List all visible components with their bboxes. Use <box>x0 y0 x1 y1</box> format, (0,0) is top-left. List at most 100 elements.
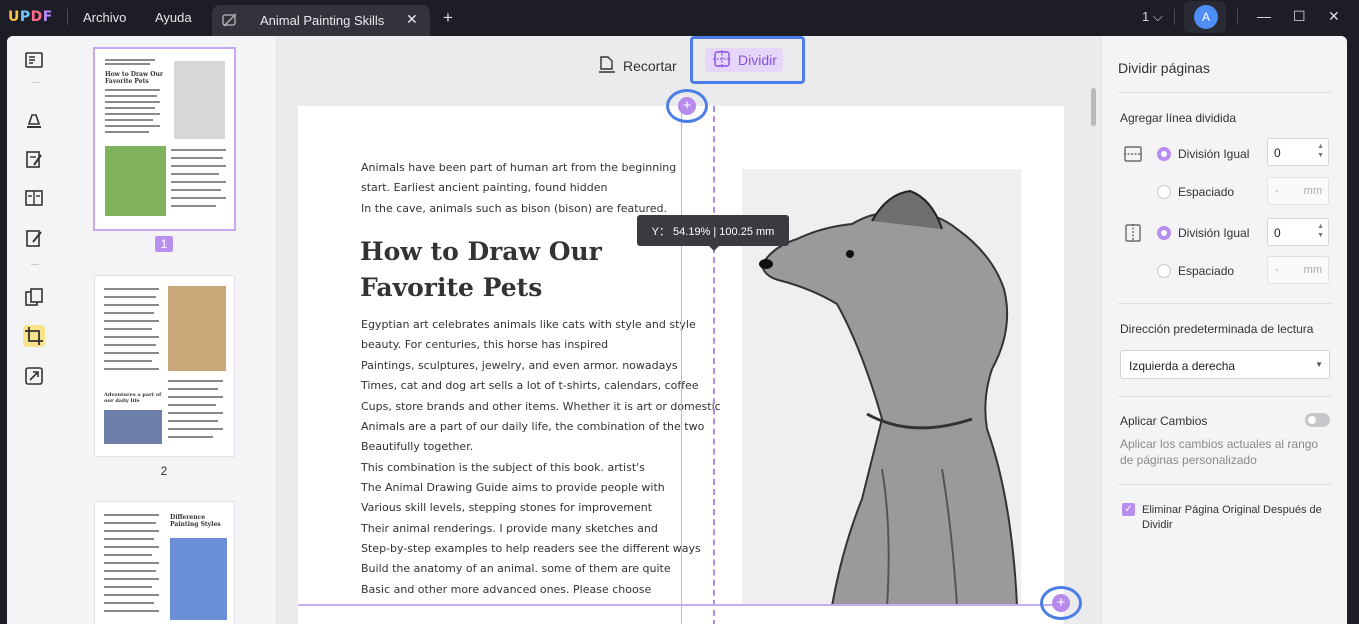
page-center-guide <box>681 106 682 624</box>
split-position-tooltip: Y： 54.19% | 100.25 mm <box>637 215 789 251</box>
text-line: Animals are a part of our daily life, th… <box>361 420 705 433</box>
page-indicator[interactable]: 1 ⌵ <box>1142 9 1163 25</box>
text-line: beauty. For centuries, this horse has in… <box>361 338 609 351</box>
text-line: Step-by-step examples to help readers se… <box>361 542 701 555</box>
divider <box>31 264 39 265</box>
apply-changes-label: Aplicar Cambios <box>1120 414 1208 428</box>
brushes-thumbnail <box>168 286 226 371</box>
text-line: The Animal Drawing Guide aims to provide… <box>361 481 665 494</box>
text-line: start. Earliest ancient painting, found … <box>361 181 608 194</box>
vertical-equal-input[interactable]: 0 ▲ ▼ <box>1267 218 1329 246</box>
thumbnail-panel: How to Draw Our Favorite Pets 1 Adventur… <box>61 36 277 624</box>
horizontal-equal-input[interactable]: 0 ▲ ▼ <box>1267 138 1329 166</box>
reader-icon[interactable] <box>23 49 45 71</box>
split-button[interactable]: Dividir <box>705 48 783 72</box>
divider <box>1237 9 1238 25</box>
page-number-label: 2 <box>160 464 168 478</box>
organize-pages-icon[interactable] <box>23 286 45 308</box>
page-number-label: 1 <box>155 236 173 252</box>
app-body: How to Draw Our Favorite Pets 1 Adventur… <box>7 36 1347 624</box>
add-split-line-right-icon[interactable]: + <box>1052 594 1070 612</box>
divider <box>31 82 39 83</box>
text-line: This combination is the subject of this … <box>361 461 645 474</box>
apply-changes-description: Aplicar los cambios actuales al rango de… <box>1120 437 1319 467</box>
stepper-arrows-icon[interactable]: ▲ ▼ <box>1317 142 1324 160</box>
horizontal-equal-label: División Igual <box>1178 147 1250 161</box>
vertical-spaced-radio[interactable] <box>1157 264 1171 278</box>
document-edit-icon <box>222 13 238 30</box>
text-line: Times, cat and dog art sells a lot of t-… <box>361 379 699 392</box>
panel-title: Dividir páginas <box>1118 60 1210 76</box>
document-area: Recortar Dividir Animals have been part … <box>277 36 1101 624</box>
add-split-line-top-icon[interactable]: + <box>678 97 696 115</box>
text-line: Paintings, sculptures, jewelry, and even… <box>361 359 678 372</box>
text-line: Egyptian art celebrates animals like cat… <box>361 318 696 331</box>
split-label: Dividir <box>738 52 777 68</box>
vertical-scrollbar[interactable] <box>1091 88 1096 126</box>
horizontal-split-icon <box>1124 145 1142 163</box>
delete-original-label: Eliminar Página Original Después de Divi… <box>1142 504 1322 531</box>
thumbnail-heading: Difference Painting Styles <box>170 514 221 528</box>
compress-icon[interactable] <box>23 365 45 387</box>
edit-pdf-icon[interactable] <box>23 148 45 170</box>
close-window-icon[interactable]: ✕ <box>1328 8 1340 25</box>
menu-ayuda[interactable]: Ayuda <box>155 10 192 25</box>
vertical-spaced-input[interactable]: - mm <box>1267 256 1329 284</box>
text-line: Basic and other more advanced ones. Plea… <box>361 583 652 596</box>
crop-pages-icon[interactable] <box>23 325 45 347</box>
document-tab[interactable]: Animal Painting Skills ✕ <box>212 5 430 36</box>
thumbnail-heading: How to Draw Our Favorite Pets <box>105 71 164 85</box>
chevron-down-icon: ⌵ <box>1152 9 1163 24</box>
split-toolbar: Recortar Dividir <box>277 36 1101 94</box>
menu-archivo[interactable]: Archivo <box>83 10 126 25</box>
page-thumbnail[interactable]: Difference Painting Styles <box>95 502 234 624</box>
crop-icon <box>599 55 615 77</box>
dropdown-arrow-icon: ▼ <box>1315 360 1323 369</box>
stepper-arrows-icon[interactable]: ▲ ▼ <box>1317 222 1324 240</box>
page-thumbnail[interactable]: How to Draw Our Favorite Pets <box>93 47 236 231</box>
tab-title: Animal Painting Skills <box>260 13 385 28</box>
page-thumbnail[interactable]: Adventures a part of our daily life <box>95 276 234 456</box>
vertical-split-icon <box>1124 224 1142 242</box>
new-tab-icon[interactable]: + <box>443 8 453 28</box>
close-tab-icon[interactable]: ✕ <box>406 11 418 28</box>
dog-sketch-thumbnail <box>174 61 225 139</box>
text-line: Beautifully together. <box>361 440 474 453</box>
thumbnail-heading: Adventures a part of our daily life <box>104 392 162 404</box>
split-icon <box>713 49 731 71</box>
horizontal-equal-radio[interactable] <box>1157 147 1171 161</box>
minimize-icon[interactable]: — <box>1257 8 1271 24</box>
text-line: Animals have been part of human art from… <box>361 161 677 174</box>
divider <box>1118 396 1332 397</box>
watercolor-thumbnail <box>170 538 227 620</box>
divider <box>67 9 68 25</box>
direction-label: Dirección predeterminada de lectura <box>1120 322 1314 336</box>
divider <box>1174 9 1175 25</box>
comment-icon[interactable] <box>23 108 45 130</box>
divider <box>1118 303 1332 304</box>
crop-label: Recortar <box>623 58 677 74</box>
add-line-label: Agregar línea dividida <box>1120 111 1237 125</box>
avatar[interactable]: A <box>1194 5 1218 29</box>
form-icon[interactable] <box>23 187 45 209</box>
split-settings-panel: Dividir páginas Agregar línea dividida D… <box>1101 36 1347 624</box>
pdf-page[interactable]: Animals have been part of human art from… <box>298 106 1064 624</box>
crop-button[interactable]: Recortar <box>599 52 677 80</box>
horizontal-spaced-radio[interactable] <box>1157 185 1171 199</box>
sign-icon[interactable] <box>23 227 45 249</box>
dog-photo-thumbnail <box>105 146 166 216</box>
vertical-equal-radio[interactable] <box>1157 226 1171 240</box>
page-heading-line1: How to Draw Our <box>360 237 602 266</box>
horizontal-spaced-input[interactable]: - mm <box>1267 177 1329 205</box>
page-heading-line2: Favorite Pets <box>360 273 543 302</box>
maximize-icon[interactable]: ☐ <box>1293 8 1306 25</box>
delete-original-checkbox[interactable]: ✓ <box>1122 503 1135 516</box>
vertical-split-line[interactable] <box>713 106 715 624</box>
vertical-spaced-label: Espaciado <box>1178 264 1235 278</box>
horizontal-spaced-label: Espaciado <box>1178 185 1235 199</box>
text-line: In the cave, animals such as bison (biso… <box>361 202 668 215</box>
horizontal-split-line[interactable] <box>298 604 1064 606</box>
direction-select[interactable]: Izquierda a derecha ▼ <box>1120 350 1330 379</box>
apply-changes-toggle[interactable] <box>1305 413 1330 427</box>
app-logo: UPDF <box>8 9 53 25</box>
